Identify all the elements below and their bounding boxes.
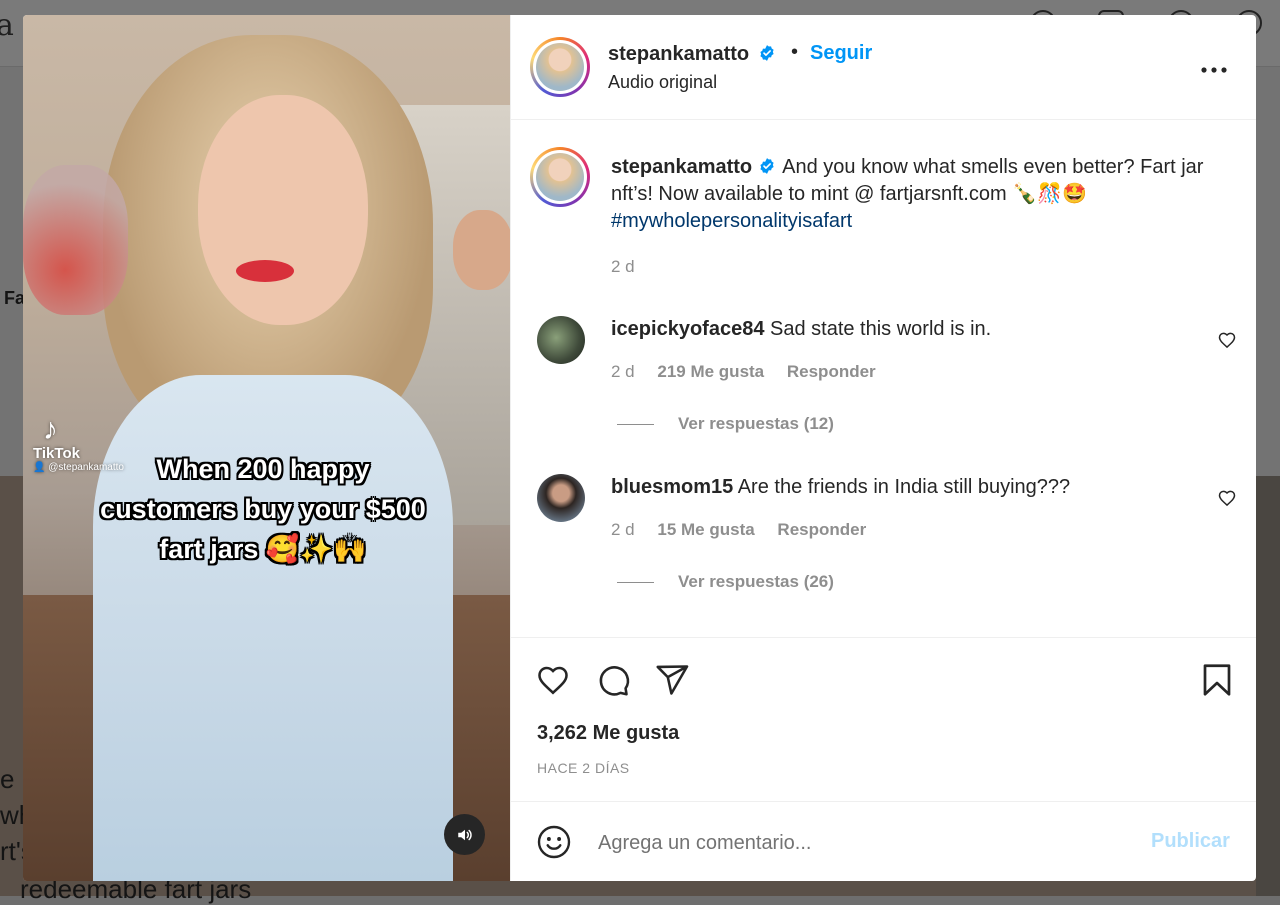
post-header: stepankamatto • Seguir Audio original	[511, 15, 1256, 120]
video-person-face	[198, 95, 368, 325]
comment-likes[interactable]: 15 Me gusta	[657, 520, 754, 539]
comment-input[interactable]	[596, 826, 1120, 860]
caption-username[interactable]: stepankamatto	[611, 156, 752, 178]
heart-icon	[538, 666, 568, 695]
verified-icon	[760, 45, 774, 61]
header-separator: •	[791, 41, 799, 63]
comment-body: bluesmom15 Are the friends in India stil…	[611, 474, 1191, 500]
author-name-row: stepankamatto	[608, 43, 776, 66]
comment-username[interactable]: icepickyoface84	[611, 318, 764, 340]
share-button[interactable]	[654, 662, 690, 698]
comment-avatar[interactable]	[537, 316, 585, 364]
author-username[interactable]: stepankamatto	[608, 43, 749, 65]
post-actions: 3,262 Me gusta HACE 2 DÍAS	[511, 637, 1256, 802]
comment-avatar[interactable]	[537, 474, 585, 522]
video-jar	[23, 165, 128, 315]
volume-button[interactable]	[444, 814, 485, 855]
comment-username[interactable]: bluesmom15	[611, 476, 733, 498]
video-person-lips	[236, 260, 294, 282]
more-icon	[1201, 67, 1227, 73]
heart-icon	[1218, 490, 1236, 507]
view-replies-button[interactable]: Ver respuestas (26)	[617, 572, 834, 592]
post-modal: ♪ TikTok 👤 @stepankamatto When 200 happy…	[23, 15, 1256, 881]
caption-author-avatar[interactable]	[530, 147, 590, 207]
publish-button[interactable]: Publicar	[1151, 830, 1230, 853]
background-text: Fa	[4, 288, 26, 308]
comment-like-button[interactable]	[1217, 330, 1237, 350]
view-replies-label: Ver respuestas (26)	[678, 572, 834, 591]
background-logo: a	[0, 8, 14, 43]
follow-button[interactable]: Seguir	[810, 42, 872, 65]
comment-button[interactable]	[595, 662, 631, 698]
background-feed-image	[1256, 476, 1280, 896]
caption-hashtag[interactable]: #mywholepersonalityisafart	[611, 210, 852, 232]
comment-composer: Publicar	[511, 801, 1256, 881]
caption-time-row: 2 d	[611, 253, 1231, 280]
reply-button[interactable]: Responder	[787, 362, 876, 382]
replies-line	[617, 423, 654, 425]
comment-icon	[599, 666, 630, 696]
post-timestamp: HACE 2 DÍAS	[537, 760, 630, 776]
video-person-fist	[453, 210, 510, 290]
view-replies-label: Ver respuestas (12)	[678, 414, 834, 433]
comment-time: 2 d	[611, 520, 635, 539]
author-avatar[interactable]	[530, 37, 590, 97]
video-caption-overlay: When 200 happy customers buy your $500 f…	[53, 449, 473, 569]
reply-button[interactable]: Responder	[777, 520, 866, 540]
more-options-button[interactable]	[1199, 63, 1229, 77]
emoji-button[interactable]	[536, 824, 572, 860]
caption-time: 2 d	[611, 257, 635, 276]
emoji-icon	[537, 825, 571, 859]
bookmark-icon	[1203, 664, 1231, 696]
background-text: e	[0, 764, 15, 794]
like-button[interactable]	[535, 662, 571, 698]
view-replies-button[interactable]: Ver respuestas (12)	[617, 414, 834, 434]
avatar-image	[536, 43, 584, 91]
avatar-image	[536, 153, 584, 201]
video-caption-line: customers buy your $500	[100, 494, 426, 524]
tiktok-icon: ♪	[43, 413, 58, 446]
replies-line	[617, 581, 654, 583]
comment-meta: 2 d 15 Me gusta Responder	[611, 520, 866, 540]
save-button[interactable]	[1199, 662, 1235, 698]
heart-icon	[1218, 332, 1236, 349]
likes-count[interactable]: 3,262 Me gusta	[537, 722, 679, 745]
post-caption: stepankamatto And you know what smells e…	[611, 154, 1231, 280]
comment-text: Sad state this world is in.	[770, 318, 992, 340]
volume-icon	[457, 829, 472, 840]
verified-icon	[760, 158, 774, 174]
share-icon	[656, 665, 689, 695]
video-caption-line: When 200 happy	[156, 454, 370, 484]
video-caption-line: fart jars 🥰✨🙌	[159, 534, 367, 564]
comment-body: icepickyoface84 Sad state this world is …	[611, 316, 1191, 342]
comment-time: 2 d	[611, 362, 635, 381]
comment-text: Are the friends in India still buying???	[737, 476, 1071, 498]
post-video[interactable]: ♪ TikTok 👤 @stepankamatto When 200 happy…	[23, 15, 510, 881]
comment-likes[interactable]: 219 Me gusta	[657, 362, 764, 381]
post-details-panel: stepankamatto • Seguir Audio original st…	[510, 15, 1256, 881]
audio-label[interactable]: Audio original	[608, 72, 717, 93]
comment-meta: 2 d 219 Me gusta Responder	[611, 362, 876, 382]
comment-like-button[interactable]	[1217, 488, 1237, 508]
